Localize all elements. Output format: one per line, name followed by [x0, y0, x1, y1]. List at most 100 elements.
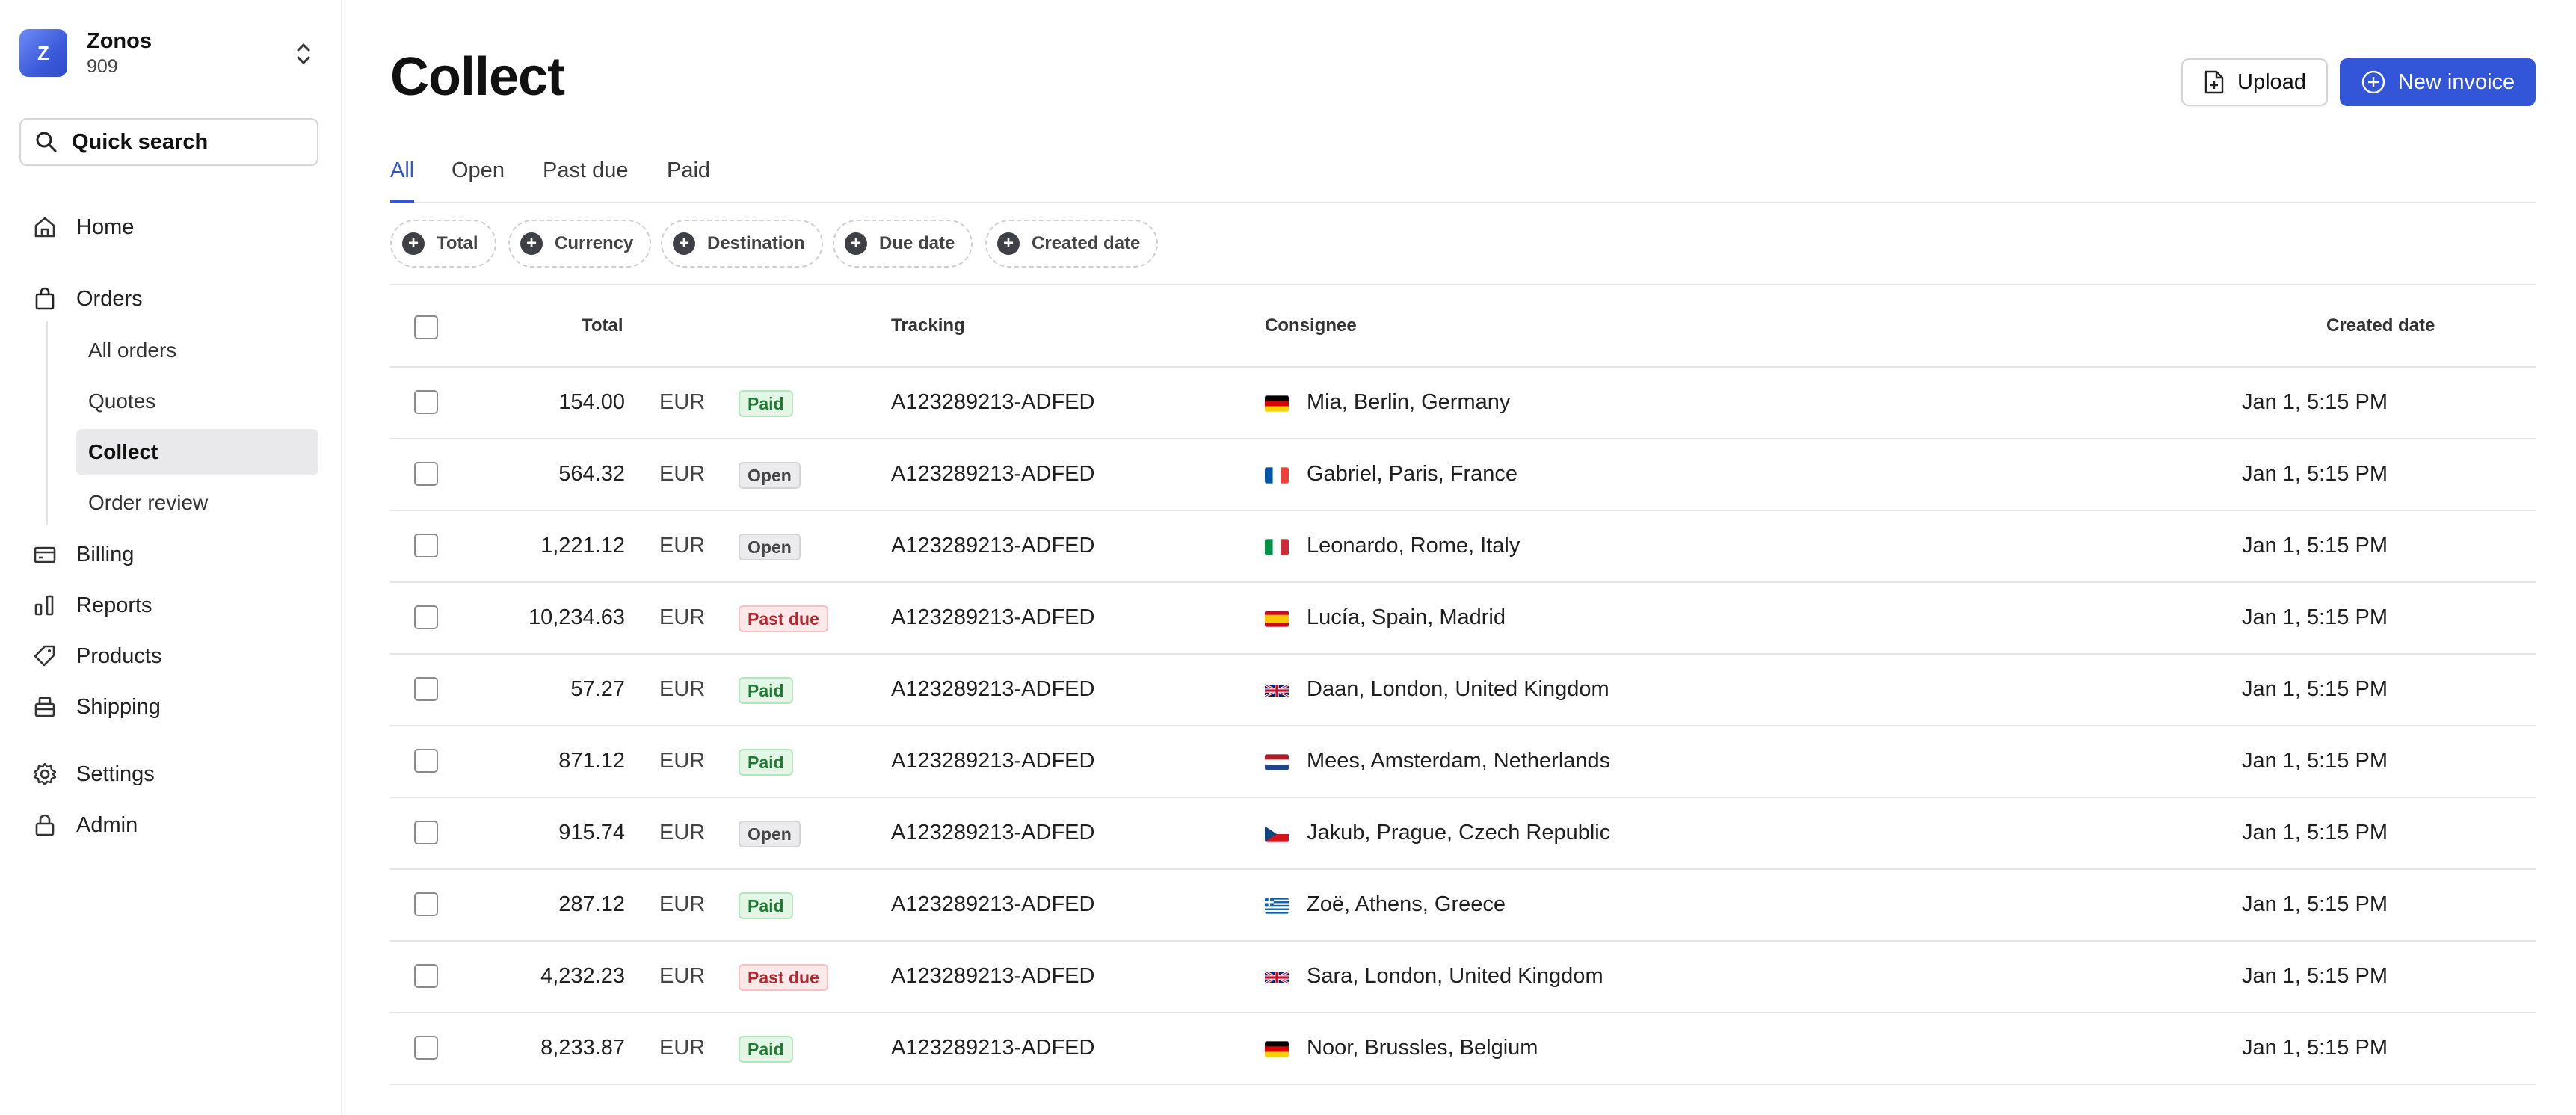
status-badge: Open	[739, 534, 801, 560]
submenu-divider	[46, 321, 48, 525]
nav-products[interactable]: Products	[30, 634, 161, 679]
nav-admin-label: Admin	[76, 812, 138, 837]
row-checkbox[interactable]	[414, 462, 438, 486]
consignee: Mia, Berlin, Germany	[1307, 390, 1511, 414]
currency: EUR	[659, 677, 706, 701]
row-checkbox[interactable]	[414, 821, 438, 844]
filter-label: Currency	[555, 233, 634, 253]
consignee: Leonardo, Rome, Italy	[1307, 534, 1520, 558]
quick-search[interactable]: Quick search	[19, 118, 318, 166]
nav-settings-label: Settings	[76, 762, 155, 786]
nav-billing[interactable]: Billing	[30, 532, 134, 577]
created-date: Jan 1, 5:15 PM	[2241, 390, 2388, 414]
table-row[interactable]: 57.27 EUR Paid A123289213-ADFED Daan, London…	[390, 655, 2536, 726]
consignee: Sara, London, United Kingdom	[1307, 964, 1603, 988]
org-switcher[interactable]: Z Zonos 909	[19, 28, 318, 78]
tracking-number: A123289213-ADFED	[891, 534, 1095, 558]
new-invoice-label: New invoice	[2397, 70, 2515, 94]
tab-paid[interactable]: Paid	[667, 158, 710, 203]
nav-settings[interactable]: Settings	[30, 752, 155, 797]
row-checkbox[interactable]	[414, 892, 438, 916]
currency: EUR	[659, 605, 706, 629]
consignee: Mees, Amsterdam, Netherlands	[1307, 749, 1611, 773]
currency: EUR	[659, 534, 706, 558]
filter-label: Destination	[707, 233, 805, 253]
main-content: Collect Upload New invoice All Open Past…	[390, 0, 2536, 1115]
table-header: Total Tracking Consignee Created date	[390, 284, 2536, 368]
table-row[interactable]: 154.00 EUR Paid A123289213-ADFED Mia, Berlin…	[390, 368, 2536, 439]
nav-admin[interactable]: Admin	[30, 803, 138, 847]
created-date: Jan 1, 5:15 PM	[2241, 534, 2388, 558]
status-badge: Paid	[739, 749, 793, 776]
tab-all[interactable]: All	[390, 158, 415, 203]
nav-orders-label: Orders	[76, 286, 143, 311]
org-name: Zonos	[87, 29, 152, 53]
tracking-number: A123289213-ADFED	[891, 605, 1095, 629]
nav-home-label: Home	[76, 214, 135, 239]
row-checkbox[interactable]	[414, 964, 438, 988]
row-checkbox[interactable]	[414, 534, 438, 558]
shopping-bag-icon	[30, 284, 60, 314]
quick-search-label: Quick search	[72, 129, 209, 154]
nav-reports[interactable]: Reports	[30, 583, 152, 628]
upload-button[interactable]: Upload	[2181, 58, 2328, 106]
status-badge: Paid	[739, 390, 793, 417]
tab-open[interactable]: Open	[452, 158, 505, 203]
table-row[interactable]: 8,233.87 EUR Paid A123289213-ADFED Noor, Bru…	[390, 1013, 2536, 1085]
table-row[interactable]: 871.12 EUR Paid A123289213-ADFED Mees, Amste…	[390, 726, 2536, 798]
nav-products-label: Products	[76, 643, 162, 668]
tracking-number: A123289213-ADFED	[891, 964, 1095, 988]
row-checkbox[interactable]	[414, 390, 438, 414]
search-icon	[36, 132, 57, 152]
tab-past-due[interactable]: Past due	[543, 158, 628, 203]
filter-destination[interactable]: + Destination	[661, 220, 823, 268]
table-row[interactable]: 10,234.63 EUR Past due A123289213-ADFED Lucí…	[390, 583, 2536, 655]
filter-currency[interactable]: + Currency	[508, 220, 652, 268]
currency: EUR	[659, 462, 706, 486]
column-consignee[interactable]: Consignee	[1265, 315, 1357, 336]
tag-icon	[30, 641, 60, 671]
tab-bar: All Open Past due Paid	[390, 149, 2536, 203]
de-flag-icon	[1265, 395, 1289, 412]
table-row[interactable]: 1,221.12 EUR Open A123289213-ADFED Leonardo,…	[390, 511, 2536, 583]
table-row[interactable]: 915.74 EUR Open A123289213-ADFED Jakub, Prag…	[390, 798, 2536, 870]
cz-flag-icon	[1265, 826, 1289, 842]
row-checkbox[interactable]	[414, 677, 438, 701]
select-all-checkbox[interactable]	[414, 315, 438, 339]
credit-card-icon	[30, 540, 60, 569]
row-checkbox[interactable]	[414, 749, 438, 773]
nav-shipping[interactable]: Shipping	[30, 685, 161, 729]
sidebar: Z Zonos 909 Quick search Home Orders All…	[0, 0, 342, 1115]
total-amount: 154.00	[558, 390, 625, 414]
column-total[interactable]: Total	[582, 315, 623, 336]
nav-order-review[interactable]: Order review	[76, 480, 318, 526]
column-created-date[interactable]: Created date	[2326, 315, 2435, 336]
filter-total[interactable]: + Total	[390, 220, 496, 268]
total-amount: 57.27	[570, 677, 625, 701]
total-amount: 564.32	[558, 462, 625, 486]
row-checkbox[interactable]	[414, 605, 438, 629]
nav-billing-label: Billing	[76, 542, 135, 566]
status-badge: Paid	[739, 677, 793, 704]
nav-quotes[interactable]: Quotes	[76, 378, 318, 424]
table-row[interactable]: 287.12 EUR Paid A123289213-ADFED Zoë, Athens…	[390, 870, 2536, 942]
table-row[interactable]: 564.32 EUR Open A123289213-ADFED Gabriel, Pa…	[390, 439, 2536, 511]
nav-all-orders[interactable]: All orders	[76, 327, 318, 374]
chevron-up-down-icon[interactable]	[289, 39, 318, 69]
nav-orders[interactable]: Orders	[30, 277, 143, 321]
new-invoice-button[interactable]: New invoice	[2340, 58, 2536, 106]
status-badge: Paid	[739, 892, 793, 919]
table-row[interactable]: 4,232.23 EUR Past due A123289213-ADFED Sara,…	[390, 942, 2536, 1013]
filter-due-date[interactable]: + Due date	[833, 220, 973, 268]
created-date: Jan 1, 5:15 PM	[2241, 892, 2388, 916]
page-title: Collect	[390, 47, 565, 107]
column-tracking[interactable]: Tracking	[891, 315, 965, 336]
row-checkbox[interactable]	[414, 1036, 438, 1060]
nav-collect[interactable]: Collect	[76, 429, 318, 475]
filter-created-date[interactable]: + Created date	[985, 220, 1159, 268]
total-amount: 4,232.23	[540, 964, 625, 988]
created-date: Jan 1, 5:15 PM	[2241, 749, 2388, 773]
filter-label: Created date	[1032, 233, 1141, 253]
nav-home[interactable]: Home	[30, 205, 134, 250]
status-badge: Past due	[739, 605, 828, 632]
